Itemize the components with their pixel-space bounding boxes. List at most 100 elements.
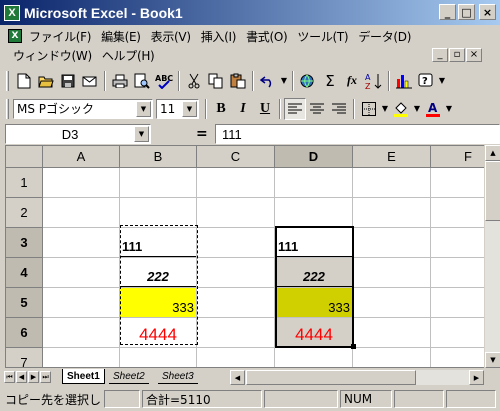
standard-toolbar: ABC ▼ Σ fx AZ ? ▼ xyxy=(0,67,500,94)
scroll-up-button[interactable]: ▲ xyxy=(485,145,500,161)
font-color-dropdown-icon[interactable]: ▼ xyxy=(444,104,454,113)
column-header-f[interactable]: F xyxy=(431,146,491,168)
align-center-button[interactable] xyxy=(306,98,328,120)
name-box-dropdown-button[interactable]: ▼ xyxy=(134,126,149,142)
document-icon[interactable]: X xyxy=(8,29,22,43)
save-button[interactable] xyxy=(57,70,79,92)
fill-color-dropdown-icon[interactable]: ▼ xyxy=(412,104,422,113)
doc-restore-button[interactable]: ▫ xyxy=(449,48,465,62)
fill-handle[interactable] xyxy=(351,344,356,349)
toolbar-separator xyxy=(388,70,390,91)
horizontal-scroll-thumb[interactable] xyxy=(246,370,416,385)
borders-dropdown-icon[interactable]: ▼ xyxy=(380,104,390,113)
next-icon: ▶ xyxy=(30,373,37,381)
horizontal-scrollbar[interactable]: ◀ ▶ xyxy=(230,370,484,385)
menu-tools[interactable]: ツール(T) xyxy=(292,28,353,45)
toolbar-options-icon[interactable]: ▼ xyxy=(437,76,447,85)
row-header-7[interactable]: 7 xyxy=(6,348,43,367)
menu-edit[interactable]: 編集(E) xyxy=(96,28,145,45)
hyperlink-button[interactable] xyxy=(297,70,319,92)
undo-button[interactable] xyxy=(257,70,279,92)
last-sheet-button[interactable]: ⏭ xyxy=(40,371,51,383)
row-header-5[interactable]: 5 xyxy=(6,288,43,318)
menu-format[interactable]: 書式(O) xyxy=(241,28,292,45)
autosum-button[interactable]: Σ xyxy=(319,70,341,92)
font-name-dropdown-button[interactable]: ▼ xyxy=(136,100,151,117)
column-header-d[interactable]: D xyxy=(275,146,353,168)
vertical-scrollbar[interactable]: ▲ ▼ xyxy=(484,145,500,368)
row-header-6[interactable]: 6 xyxy=(6,318,43,348)
minimize-button[interactable]: _ xyxy=(439,4,456,20)
font-size-combo[interactable]: 11 ▼ xyxy=(156,98,199,119)
menu-help[interactable]: ヘルプ(H) xyxy=(97,47,160,64)
scroll-right-button[interactable]: ▶ xyxy=(469,370,484,385)
sort-ascending-button[interactable]: AZ xyxy=(363,70,385,92)
column-header-a[interactable]: A xyxy=(43,146,120,168)
menu-file[interactable]: ファイル(F) xyxy=(24,28,96,45)
font-color-button[interactable]: A xyxy=(422,98,444,120)
font-size-dropdown-button[interactable]: ▼ xyxy=(182,100,197,117)
prev-sheet-button[interactable]: ◀ xyxy=(16,371,27,383)
paste-button[interactable] xyxy=(227,70,249,92)
menu-window[interactable]: ウィンドウ(W) xyxy=(8,47,97,64)
doc-minimize-button[interactable]: _ xyxy=(432,48,448,62)
bold-button[interactable]: B xyxy=(210,98,232,120)
tab-sheet1[interactable]: Sheet1 xyxy=(62,369,105,384)
copy-icon xyxy=(208,73,223,88)
align-right-button[interactable] xyxy=(328,98,350,120)
column-header-c[interactable]: C xyxy=(197,146,275,168)
svg-text:A: A xyxy=(365,73,371,82)
vertical-scroll-thumb[interactable] xyxy=(485,161,500,221)
font-name-combo[interactable]: MS Pゴシック ▼ xyxy=(13,98,153,119)
undo-dropdown-icon[interactable]: ▼ xyxy=(279,76,289,85)
help-button[interactable]: ? xyxy=(415,70,437,92)
column-header-e[interactable]: E xyxy=(353,146,431,168)
row-header-1[interactable]: 1 xyxy=(6,168,43,198)
toolbar-separator xyxy=(178,70,180,91)
mail-button[interactable] xyxy=(79,70,101,92)
row-header-3[interactable]: 3 xyxy=(6,228,43,258)
doc-close-button[interactable]: × xyxy=(466,48,482,62)
menu-insert[interactable]: 挿入(I) xyxy=(196,28,241,45)
fill-color-button[interactable] xyxy=(390,98,412,120)
maximize-button[interactable]: □ xyxy=(458,4,475,20)
close-button[interactable]: × xyxy=(479,4,496,20)
scroll-down-button[interactable]: ▼ xyxy=(485,352,500,368)
borders-button[interactable] xyxy=(358,98,380,120)
excel-app-icon[interactable]: X xyxy=(4,4,20,21)
column-header-b[interactable]: B xyxy=(120,146,197,168)
toolbar-grip[interactable] xyxy=(6,70,9,91)
status-message: コピー先を選択し xyxy=(5,392,102,407)
menu-data[interactable]: データ(D) xyxy=(353,28,416,45)
new-button[interactable] xyxy=(13,70,35,92)
tab-sheet3[interactable]: Sheet3 xyxy=(158,369,198,384)
worksheet-grid[interactable]: A B C D E F 1 2 3 4 5 6 7 111 222 333 44… xyxy=(5,145,495,368)
row-header-4[interactable]: 4 xyxy=(6,258,43,288)
status-panel xyxy=(394,390,444,408)
spelling-button[interactable]: ABC xyxy=(153,70,175,92)
next-sheet-button[interactable]: ▶ xyxy=(28,371,39,383)
menu-view[interactable]: 表示(V) xyxy=(146,28,196,45)
underline-button[interactable]: U xyxy=(254,98,276,120)
first-icon: ⏮ xyxy=(6,372,13,381)
print-preview-button[interactable] xyxy=(131,70,153,92)
first-sheet-button[interactable]: ⏮ xyxy=(4,371,15,383)
formula-input[interactable]: 111 xyxy=(215,124,500,144)
formula-equals-sign[interactable]: = xyxy=(196,126,208,142)
select-all-corner[interactable] xyxy=(6,146,43,168)
print-button[interactable] xyxy=(109,70,131,92)
tab-sheet2[interactable]: Sheet2 xyxy=(109,369,149,384)
name-box[interactable]: D3 ▼ xyxy=(5,124,151,144)
prev-icon: ◀ xyxy=(18,373,25,381)
cut-button[interactable] xyxy=(183,70,205,92)
italic-button[interactable]: I xyxy=(232,98,254,120)
scroll-left-button[interactable]: ◀ xyxy=(230,370,245,385)
row-header-2[interactable]: 2 xyxy=(6,198,43,228)
align-left-button[interactable] xyxy=(284,97,306,120)
function-button[interactable]: fx xyxy=(341,70,363,92)
open-button[interactable] xyxy=(35,70,57,92)
chart-wizard-button[interactable] xyxy=(393,70,415,92)
copy-button[interactable] xyxy=(205,70,227,92)
formatting-toolbar: MS Pゴシック ▼ 11 ▼ B I U ▼ ▼ A ▼ xyxy=(0,95,500,122)
toolbar-grip[interactable] xyxy=(6,98,9,119)
